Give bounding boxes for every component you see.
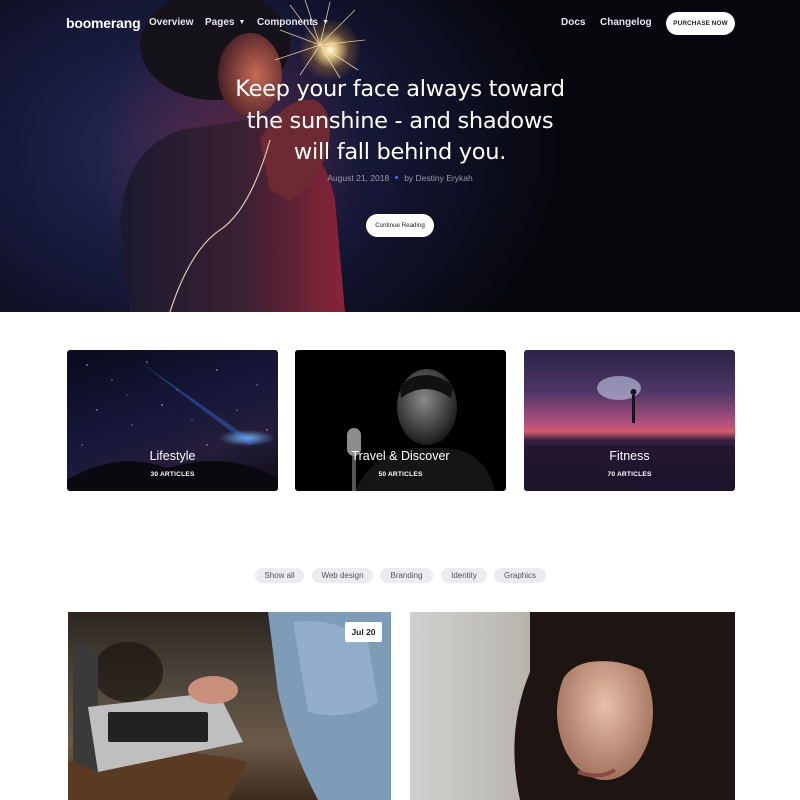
category-card-travel[interactable]: Travel & Discover 50 ARTICLES [295,350,506,491]
category-title: Fitness [609,449,650,463]
hero-quote-line-2: the sunshine - and shadows [246,107,554,134]
post-date-badge: Jul 20 [345,622,382,642]
portfolio-filters: Show all Web design Branding Identity Gr… [0,568,800,583]
filter-graphics[interactable]: Graphics [494,568,546,583]
continue-reading-button[interactable]: Continue Reading [366,214,434,237]
hero-meta: August 21, 2018 by Destiny Erykah [250,173,550,183]
travel-singer-image [347,369,495,491]
brand-logo[interactable]: boomerang [66,15,141,31]
category-count: 30 ARTICLES [150,471,195,478]
category-count: 70 ARTICLES [607,471,652,478]
nav-link-pages-label: Pages [205,17,235,28]
separator-dot-icon [395,176,399,179]
hero-author[interactable]: by Destiny Erykah [404,173,473,183]
nav-link-components[interactable]: Components ▼ [257,17,329,28]
category-title: Travel & Discover [351,449,450,463]
post-laptop-image [68,612,391,800]
post-card-portrait[interactable] [410,612,735,800]
hero-quote: Keep your face always toward the sunshin… [220,74,580,169]
filter-web-design[interactable]: Web design [312,568,373,583]
chevron-down-icon: ▼ [322,19,330,26]
nav-link-changelog[interactable]: Changelog [600,17,652,28]
lifestyle-stars-image [67,360,278,491]
filter-show-all[interactable]: Show all [255,568,304,583]
category-count: 50 ARTICLES [378,471,423,478]
post-card-laptop[interactable]: Jul 20 [68,612,391,800]
category-title: Lifestyle [149,449,196,463]
chevron-down-icon: ▼ [238,19,246,26]
post-portrait-image [514,612,735,800]
filter-identity[interactable]: Identity [441,568,487,583]
purchase-now-button[interactable]: PURCHASE NOW [666,12,735,35]
hero-date: August 21, 2018 [327,173,390,183]
category-card-lifestyle[interactable]: Lifestyle 30 ARTICLES [67,350,278,491]
filter-branding[interactable]: Branding [380,568,433,583]
hero-section: boomerang Overview Pages ▼ Components ▼ Do… [0,0,800,312]
nav-link-overview[interactable]: Overview [149,17,193,28]
nav-link-components-label: Components [257,17,319,28]
hero-quote-line-1: Keep your face always toward [235,76,565,102]
fitness-sunset-image [524,376,735,491]
hero-quote-line-3: will fall behind you. [293,139,507,165]
top-navbar: boomerang Overview Pages ▼ Components ▼ Do… [0,0,800,48]
nav-link-docs[interactable]: Docs [561,17,585,28]
category-card-fitness[interactable]: Fitness 70 ARTICLES [524,350,735,491]
nav-link-pages[interactable]: Pages ▼ [205,17,245,28]
